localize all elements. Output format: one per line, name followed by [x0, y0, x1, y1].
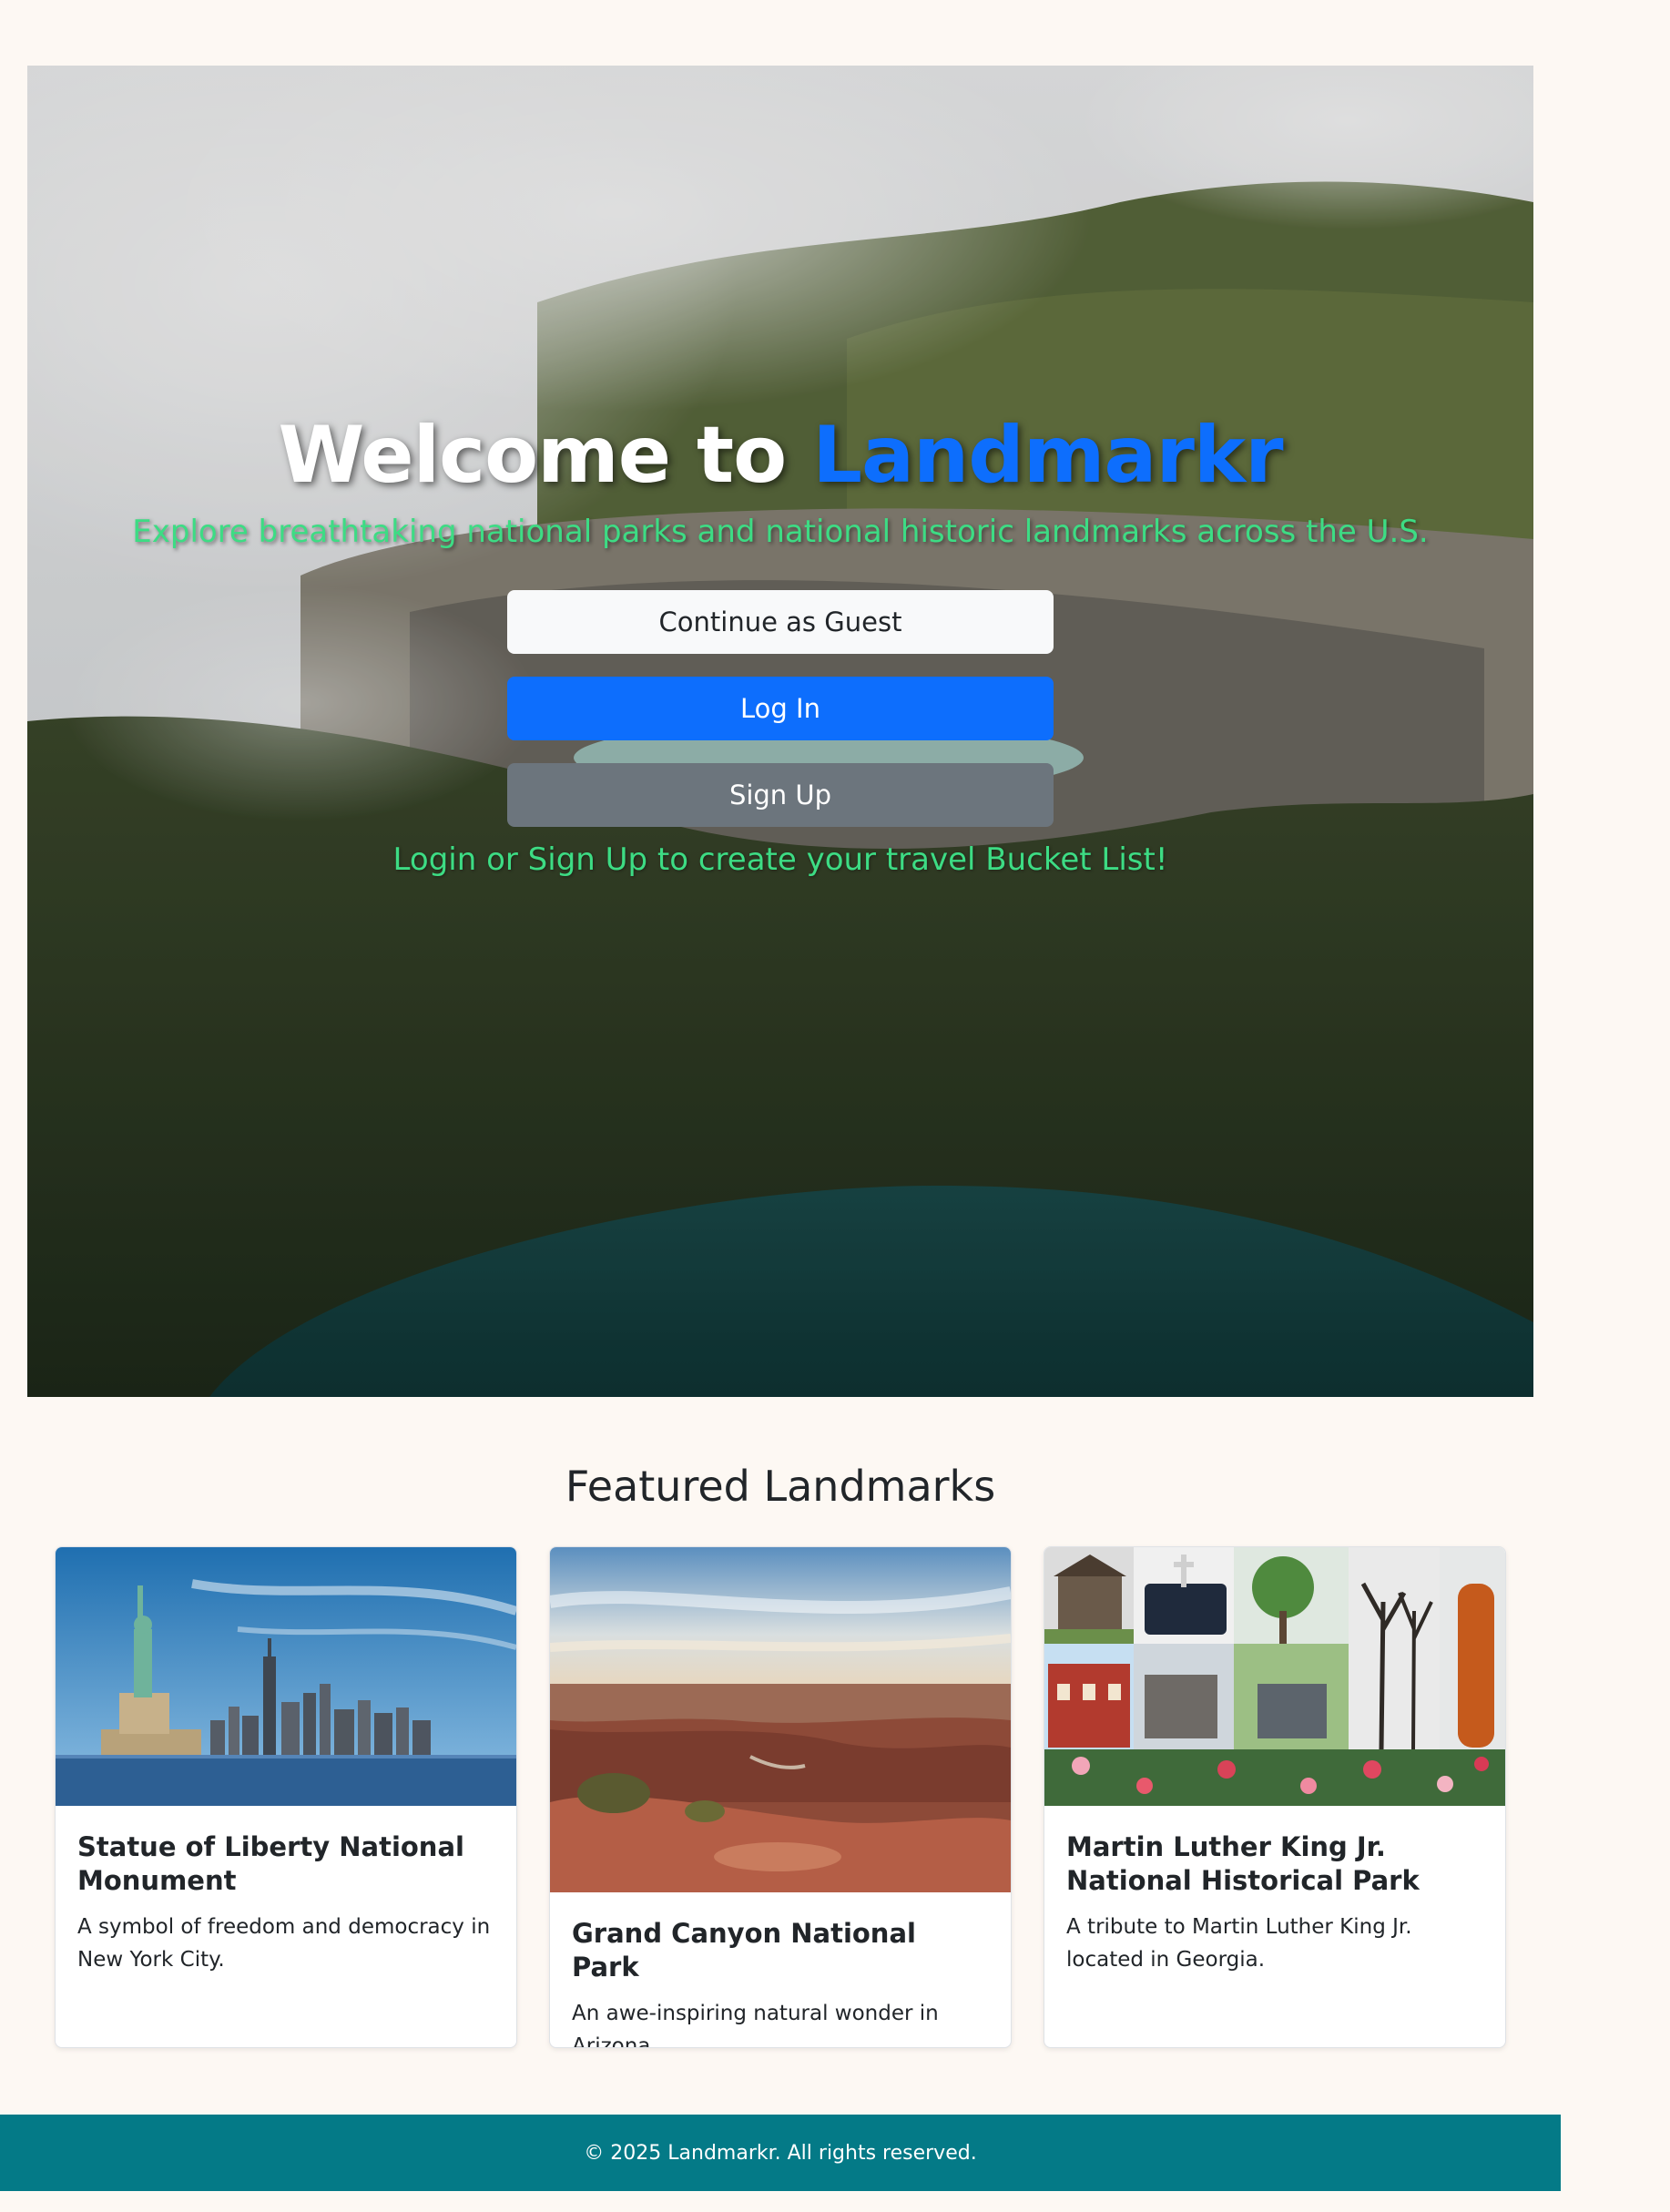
- hero-title-prefix: Welcome to: [278, 410, 813, 501]
- footer-copyright: © 2025 Landmarkr. All rights reserved.: [584, 2141, 977, 2165]
- hero-title-brand: Landmarkr: [812, 410, 1283, 501]
- landmark-card-mlk-national-historical-park[interactable]: Martin Luther King Jr. National Historic…: [1044, 1546, 1506, 2048]
- landmark-card-grand-canyon[interactable]: Grand Canyon National Park An awe-inspir…: [549, 1546, 1012, 2048]
- statue-of-liberty-image: [56, 1547, 516, 1806]
- card-title: Grand Canyon National Park: [572, 1918, 916, 1983]
- hero-subtitle: Explore breathtaking national parks and …: [132, 514, 1429, 550]
- hero-cta-text: Login or Sign Up to create your travel B…: [392, 841, 1168, 878]
- grand-canyon-image: [550, 1547, 1011, 1892]
- card-title: Martin Luther King Jr. National Historic…: [1066, 1831, 1420, 1896]
- landmark-card-statue-of-liberty[interactable]: Statue of Liberty National Monument A sy…: [55, 1546, 517, 2048]
- card-title: Statue of Liberty National Monument: [77, 1831, 464, 1896]
- hero-title: Welcome to Landmarkr: [27, 410, 1533, 501]
- card-body: Statue of Liberty National Monument A sy…: [77, 1830, 494, 1976]
- sign-up-button[interactable]: Sign Up: [507, 763, 1054, 827]
- hero-section: Welcome to Landmarkr Explore breathtakin…: [27, 66, 1533, 1397]
- card-description: A symbol of freedom and democracy in New…: [77, 1915, 491, 1972]
- footer: © 2025 Landmarkr. All rights reserved.: [0, 2115, 1561, 2191]
- card-description: A tribute to Martin Luther King Jr. loca…: [1066, 1915, 1412, 1972]
- featured-landmarks-heading: Featured Landmarks: [565, 1462, 996, 1511]
- card-description: An awe-inspiring natural wonder in Arizo…: [572, 2002, 939, 2048]
- mlk-park-collage-image: [1044, 1547, 1505, 1806]
- card-body: Martin Luther King Jr. National Historic…: [1066, 1830, 1483, 1976]
- log-in-button[interactable]: Log In: [507, 677, 1054, 740]
- continue-as-guest-button[interactable]: Continue as Guest: [507, 590, 1054, 654]
- card-body: Grand Canyon National Park An awe-inspir…: [572, 1917, 989, 2048]
